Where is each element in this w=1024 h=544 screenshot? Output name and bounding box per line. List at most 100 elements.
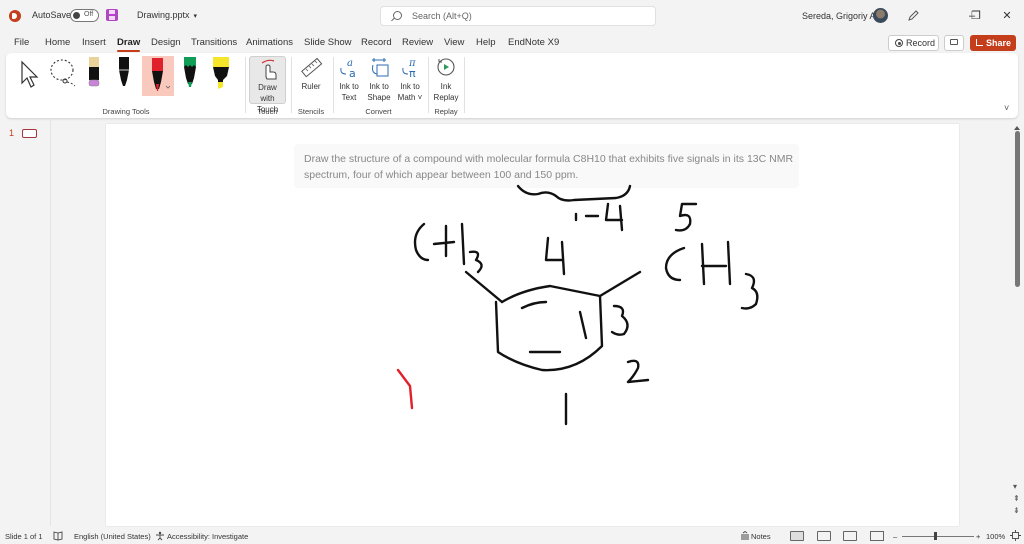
minimize-button-2 xyxy=(938,8,958,24)
save-icon[interactable] xyxy=(106,9,118,21)
ruler-button[interactable]: Ruler xyxy=(296,56,326,96)
ink-to-math-button[interactable]: ππ Ink to Math ˅ xyxy=(395,56,425,104)
group-divider xyxy=(291,57,292,113)
toggle-knob xyxy=(73,12,80,19)
zoom-in-button[interactable]: + xyxy=(976,532,980,541)
fit-to-window-icon[interactable] xyxy=(1010,530,1021,543)
ink-to-shape-button[interactable]: Ink to Shape xyxy=(364,56,394,104)
black-pen-tool[interactable] xyxy=(116,56,132,92)
slide-thumbnail[interactable] xyxy=(22,129,37,138)
ink-double-bond-right xyxy=(578,310,588,340)
collapse-ribbon-icon[interactable]: ˅ xyxy=(1004,103,1009,113)
vertical-scrollbar[interactable]: ▾ ⇞ ⇟ xyxy=(1010,122,1024,526)
record-label: Record xyxy=(906,38,936,48)
notes-button[interactable]: Notes xyxy=(751,532,771,541)
comments-button[interactable] xyxy=(944,35,964,51)
pane-divider[interactable] xyxy=(50,120,51,526)
ink-right-c xyxy=(664,246,686,282)
spellcheck-icon[interactable] xyxy=(53,531,63,543)
ink-four xyxy=(544,236,566,276)
scroll-down-icon[interactable]: ▾ xyxy=(1013,482,1017,491)
ink-replay-label: Ink Replay xyxy=(433,82,459,102)
tab-endnote[interactable]: EndNote X9 xyxy=(508,37,559,48)
autosave-toggle[interactable]: Off xyxy=(70,9,99,22)
share-button[interactable]: Share xyxy=(970,35,1016,51)
slide-canvas[interactable]: Draw the structure of a compound with mo… xyxy=(106,124,959,526)
avatar[interactable] xyxy=(873,8,888,23)
group-label-replay: Replay xyxy=(434,107,458,116)
tab-file[interactable]: File xyxy=(14,37,29,48)
tab-insert[interactable]: Insert xyxy=(82,37,106,48)
status-bar: Slide 1 of 1 English (United States) Acc… xyxy=(0,528,1024,544)
tab-review[interactable]: Review xyxy=(402,37,433,48)
user-name[interactable]: Sereda, Grigoriy A xyxy=(802,11,876,21)
pen-icon[interactable] xyxy=(906,9,920,23)
draw-with-touch-button[interactable]: Draw with Touch xyxy=(249,56,286,114)
tab-design[interactable]: Design xyxy=(151,37,181,48)
green-pen-tool[interactable] xyxy=(182,56,198,92)
scroll-up-icon[interactable] xyxy=(1014,126,1020,130)
eraser-tool[interactable] xyxy=(86,56,102,92)
cursor-arrow-icon xyxy=(21,60,39,88)
previous-slide-icon[interactable]: ⇞ xyxy=(1013,494,1020,503)
reading-view-button[interactable] xyxy=(843,531,857,541)
tab-animations[interactable]: Animations xyxy=(246,37,293,48)
close-button[interactable]: ✕ xyxy=(997,8,1017,24)
tab-record[interactable]: Record xyxy=(361,37,392,48)
accessibility-status[interactable]: Accessibility: Investigate xyxy=(167,532,248,541)
highlighter-tool[interactable] xyxy=(210,56,232,92)
zoom-slider-thumb[interactable] xyxy=(934,532,937,540)
select-tool[interactable] xyxy=(16,57,42,91)
zoom-slider[interactable] xyxy=(902,536,974,537)
search-icon xyxy=(393,11,402,20)
tab-slide-show[interactable]: Slide Show xyxy=(304,37,352,48)
accessibility-icon xyxy=(155,531,165,543)
ink-brace xyxy=(516,184,632,202)
eraser-icon xyxy=(88,57,100,87)
ink-to-text-icon: aa xyxy=(340,58,356,80)
tab-home[interactable]: Home xyxy=(45,37,70,48)
ink-drawing[interactable] xyxy=(106,124,959,526)
svg-text:a: a xyxy=(349,67,356,80)
restore-button-label[interactable]: ❐ xyxy=(966,8,986,24)
red-pen-icon xyxy=(152,58,171,91)
green-pen-icon xyxy=(184,57,196,87)
red-pen-tool[interactable] xyxy=(142,56,174,96)
tab-transitions[interactable]: Transitions xyxy=(191,37,237,48)
ink-double-bond-top xyxy=(520,300,548,310)
ribbon: Drawing Tools Draw with Touch Touch Rule… xyxy=(6,53,1018,118)
record-button[interactable]: Record xyxy=(888,35,939,51)
ink-to-shape-icon xyxy=(372,58,389,77)
ink-right-3 xyxy=(740,272,759,310)
search-placeholder: Search (Alt+Q) xyxy=(412,11,472,21)
tab-help[interactable]: Help xyxy=(476,37,496,48)
next-slide-icon[interactable]: ⇟ xyxy=(1013,506,1020,515)
ink-right-h xyxy=(700,240,732,286)
tab-view[interactable]: View xyxy=(444,37,464,48)
zoom-out-button[interactable]: – xyxy=(893,532,897,541)
slide-info: Slide 1 of 1 xyxy=(5,532,43,541)
record-icon xyxy=(895,39,903,47)
language-status[interactable]: English (United States) xyxy=(74,532,151,541)
lasso-select-tool[interactable] xyxy=(48,57,80,91)
menu-bar: File Home Insert Draw Design Transitions… xyxy=(0,33,1024,53)
group-label-convert: Convert xyxy=(365,107,392,116)
search-input[interactable]: Search (Alt+Q) xyxy=(380,6,656,26)
group-divider xyxy=(333,57,334,113)
autosave-state: Off xyxy=(84,11,94,18)
tab-draw[interactable]: Draw xyxy=(117,37,141,52)
normal-view-button[interactable] xyxy=(790,531,804,541)
svg-text:π: π xyxy=(409,67,416,80)
document-title[interactable]: Drawing.pptx ▾ xyxy=(137,10,197,20)
scroll-thumb[interactable] xyxy=(1015,131,1020,287)
slide-sorter-button[interactable] xyxy=(817,531,831,541)
ink-replay-button[interactable]: Ink Replay xyxy=(431,56,461,104)
slideshow-view-button[interactable] xyxy=(870,531,884,541)
zoom-level[interactable]: 100% xyxy=(986,532,1005,541)
ink-range-4 xyxy=(604,202,624,232)
group-divider xyxy=(464,57,465,113)
touch-hand-icon xyxy=(261,59,277,80)
ink-ring xyxy=(494,284,604,372)
highlighter-icon xyxy=(213,57,229,89)
ink-to-text-button[interactable]: aa Ink to Text xyxy=(336,56,362,104)
